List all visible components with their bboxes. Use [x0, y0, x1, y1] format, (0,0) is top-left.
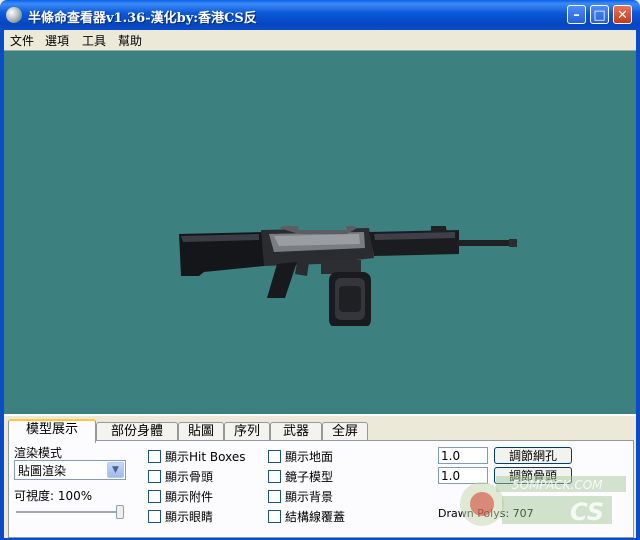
close-button[interactable]: ✕ — [613, 5, 632, 24]
mesh-scale-input[interactable]: 1.0 — [438, 447, 488, 464]
checkbox-ground[interactable] — [268, 450, 281, 463]
window-frame-right — [636, 30, 640, 540]
render-mode-select[interactable]: 貼圖渲染 ▼ — [14, 460, 126, 480]
opacity-label: 可視度: 100% — [14, 489, 93, 503]
checkbox-ground-label: 顯示地面 — [285, 450, 334, 464]
checkbox-mirror-model-label: 鏡子模型 — [285, 470, 334, 484]
watermark-site-text: 5OMPACK.COM — [512, 478, 603, 492]
tab-weapons[interactable]: 武器 — [270, 422, 322, 441]
render-mode-value: 貼圖渲染 — [18, 464, 67, 478]
checkbox-attachments-label: 顯示附件 — [165, 490, 214, 504]
adjust-mesh-button[interactable]: 調節網孔 — [494, 447, 572, 464]
tab-textures[interactable]: 貼圖 — [178, 422, 224, 441]
checkbox-background-label: 顯示背景 — [285, 490, 334, 504]
checkbox-hit-boxes[interactable] — [148, 450, 161, 463]
checkbox-eyes-label: 顯示眼睛 — [165, 510, 214, 524]
chevron-down-icon[interactable]: ▼ — [107, 462, 124, 478]
site-watermark-logo: 5OMPACK.COM CS — [460, 476, 626, 526]
render-mode-label: 渲染模式 — [14, 446, 63, 460]
checkbox-bones-label: 顯示骨頭 — [165, 470, 214, 484]
maximize-button[interactable]: □ — [590, 5, 609, 24]
app-icon[interactable] — [6, 7, 22, 23]
checkbox-attachments[interactable] — [148, 490, 161, 503]
menu-help[interactable]: 幫助 — [118, 32, 142, 49]
menu-options[interactable]: 選項 — [45, 32, 69, 49]
watermark-brand-text: CS — [570, 498, 604, 526]
menu-bar: 文件 選項 工具 幫助 — [4, 30, 636, 50]
minimize-button[interactable]: – — [567, 5, 586, 24]
title-bar[interactable]: 半條命查看器v1.36-漢化by:香港CS反 – □ ✕ — [0, 0, 640, 30]
tab-body-parts[interactable]: 部份身體 — [96, 422, 178, 441]
checkbox-eyes[interactable] — [148, 510, 161, 523]
window-title: 半條命查看器v1.36-漢化by:香港CS反 — [28, 11, 257, 26]
checkbox-bones[interactable] — [148, 470, 161, 483]
tab-fullscreen[interactable]: 全屏 — [322, 422, 368, 441]
menu-file[interactable]: 文件 — [10, 32, 34, 49]
model-viewport[interactable] — [4, 50, 636, 415]
checkbox-wireframe-overlay[interactable] — [268, 510, 281, 523]
rifle-model — [179, 226, 517, 326]
checkbox-wireframe-overlay-label: 結構線覆蓋 — [285, 510, 346, 524]
checkbox-mirror-model[interactable] — [268, 470, 281, 483]
tab-sequences[interactable]: 序列 — [224, 422, 270, 441]
menu-tools[interactable]: 工具 — [82, 32, 106, 49]
opacity-slider-track[interactable] — [16, 511, 122, 514]
tab-model-display[interactable]: 模型展示 — [8, 419, 96, 443]
checkbox-background[interactable] — [268, 490, 281, 503]
opacity-slider-thumb[interactable] — [116, 505, 124, 519]
checkbox-hit-boxes-label: 顯示Hit Boxes — [165, 450, 246, 464]
